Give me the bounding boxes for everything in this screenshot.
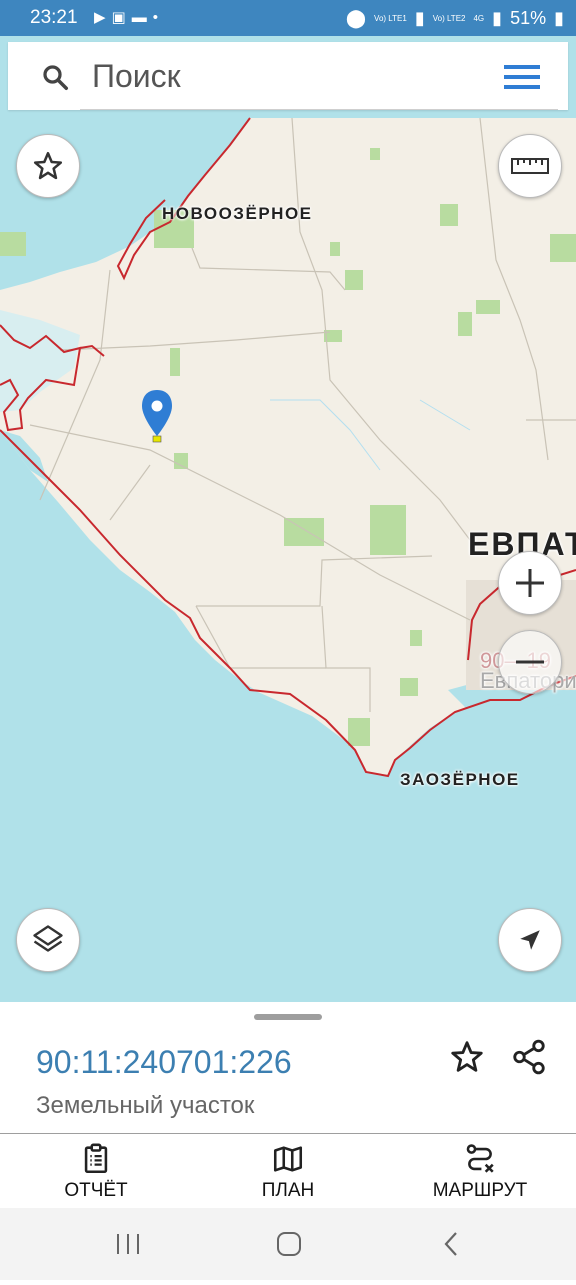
status-bar: 23:21 ▶▣▬• ⬤ Vo) LTE1 ▮ Vo) LTE2 4G ▮ 51… <box>0 0 576 36</box>
status-right: ⬤ Vo) LTE1 ▮ Vo) LTE2 4G ▮ 51% ▮ <box>346 8 564 29</box>
zoom-out-button[interactable] <box>498 630 562 694</box>
favorite-star-icon[interactable] <box>448 1038 486 1076</box>
signal-icon-2: ▮ <box>492 8 503 28</box>
label-novoozernoe: НОВООЗЁРНОЕ <box>162 204 313 223</box>
sim1-label: Vo) LTE1 <box>374 14 407 23</box>
route-icon <box>466 1144 494 1173</box>
object-info-sheet[interactable]: 90:11:240701:226 Земельный участок <box>0 1002 576 1134</box>
plan-button[interactable]: ПЛАН <box>208 1142 368 1202</box>
star-icon <box>33 151 63 180</box>
route-label: МАРШРУТ <box>432 1180 528 1201</box>
map-icon <box>273 1146 303 1172</box>
sim2-label: Vo) LTE2 <box>432 14 466 23</box>
plan-label: ПЛАН <box>261 1180 315 1201</box>
search-bar[interactable]: Поиск <box>8 42 568 110</box>
dot-icon: • <box>152 9 164 26</box>
report-label: ОТЧЁТ <box>64 1180 128 1201</box>
layers-icon <box>33 925 63 952</box>
search-icon[interactable] <box>40 62 70 92</box>
home-button[interactable] <box>277 1232 301 1256</box>
folder-icon: ▬ <box>131 9 153 26</box>
map-view[interactable]: НОВООЗЁРНОЕ ЕВПАТ 90—19 Евпатори ЗАОЗЁРН… <box>0 36 576 1002</box>
action-bar: ОТЧЁТ ПЛАН МАРШРУТ <box>0 1134 576 1208</box>
share-icon[interactable] <box>510 1038 548 1076</box>
cadastral-number: 90:11:240701:226 <box>36 1044 292 1080</box>
navigation-arrow-icon <box>520 930 540 950</box>
status-time: 23:21 <box>30 7 78 28</box>
search-input[interactable]: Поиск <box>92 58 181 95</box>
map-canvas[interactable] <box>0 36 576 1002</box>
system-nav-bar <box>0 1208 576 1280</box>
minus-icon <box>516 660 544 664</box>
battery-icon: ▮ <box>554 8 564 28</box>
my-location-button[interactable] <box>498 908 562 972</box>
favorites-button[interactable] <box>16 134 80 198</box>
signal-icon: ▮ <box>414 8 425 28</box>
report-button[interactable]: ОТЧЁТ <box>16 1142 176 1202</box>
ruler-button[interactable] <box>498 134 562 198</box>
notification-icons: ▶▣▬• <box>94 8 164 26</box>
route-button[interactable]: МАРШРУТ <box>400 1142 560 1202</box>
search-underline <box>80 109 558 110</box>
location-icon: ⬤ <box>345 8 367 28</box>
play-icon: ▶ <box>94 9 112 26</box>
layers-button[interactable] <box>16 908 80 972</box>
recent-apps-button[interactable] <box>117 1234 139 1254</box>
battery-percent: 51% <box>510 8 547 28</box>
plus-icon <box>516 569 544 597</box>
screenshot-icon: ▣ <box>111 9 132 26</box>
back-button[interactable] <box>444 1232 457 1256</box>
drag-handle[interactable] <box>254 1014 322 1020</box>
object-type: Земельный участок <box>36 1092 255 1119</box>
label-zaozernoe: ЗАОЗЁРНОЕ <box>400 770 520 789</box>
ruler-icon <box>511 158 549 174</box>
clipboard-icon <box>84 1143 108 1174</box>
network-type: 4G <box>473 14 485 23</box>
zoom-in-button[interactable] <box>498 551 562 615</box>
menu-icon[interactable] <box>504 64 540 90</box>
